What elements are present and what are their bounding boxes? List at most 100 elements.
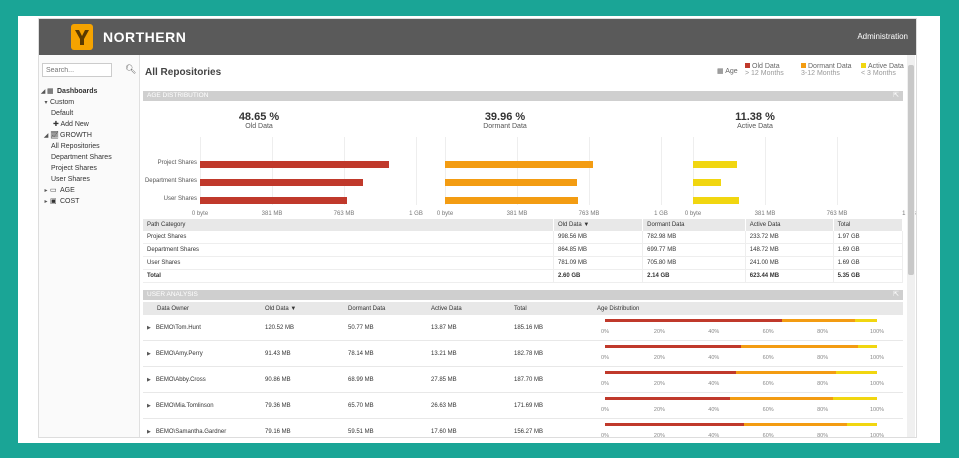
bar-2[interactable] xyxy=(693,197,739,204)
expand-row-icon[interactable]: ▶ xyxy=(147,377,151,383)
col-old-data[interactable]: Old Data ▼ xyxy=(261,302,344,315)
scrollbar[interactable] xyxy=(907,55,915,437)
sidebar-item-growth[interactable]: ◢ 📈︎GROWTH xyxy=(39,131,139,141)
axis-tick-label: 100% xyxy=(869,354,885,361)
expand-row-icon[interactable]: ▶ xyxy=(147,351,151,357)
distribution-segment xyxy=(605,370,736,374)
sidebar: 🔍︎ ◢▦Dashboards ▾Custom Default ✚ Add Ne… xyxy=(39,55,140,437)
col-dormant-data[interactable]: Dormant Data xyxy=(344,302,427,315)
bar-1[interactable] xyxy=(445,179,578,186)
legend-active-data: Active Data < 3 Months xyxy=(861,63,904,77)
table-row[interactable]: ▶ BEMO\Mia.Tomlinson 79.36 MB 65.70 MB 26.63… xyxy=(143,392,903,419)
table-row[interactable]: User Shares 781.09 MB 705.80 MB 241.00 MB 1.… xyxy=(143,256,904,270)
sidebar-item-default[interactable]: Default xyxy=(39,109,151,119)
app-window: NORTHERN Administration 🔍︎ ◢▦Dashboards … xyxy=(38,18,917,438)
col-data-owner[interactable]: Data Owner xyxy=(143,302,261,315)
sidebar-item-custom[interactable]: ▾ Custom xyxy=(39,98,139,108)
age-distribution-bar: 0% 20% 40% 60% 80% 100% xyxy=(597,395,884,417)
col-active-data[interactable]: Active Data xyxy=(745,219,834,231)
money-icon: ▣ xyxy=(50,198,57,205)
total-row: Total 2.60 GB 2.14 GB 623.44 MB 5.35 GB xyxy=(143,269,904,283)
grid-icon: ▦ xyxy=(47,88,54,95)
sidebar-item-age[interactable]: ▸ ▭ AGE xyxy=(39,186,139,196)
table-row[interactable]: ▶ BEMO\Tom.Hunt 120.52 MB 50.77 MB 13.87 MB 1… xyxy=(143,315,903,341)
bar-1[interactable] xyxy=(200,179,364,186)
axis-tick-label: 60% xyxy=(762,380,774,387)
dormant-data-summary: 39.96 % Dormant Data xyxy=(483,111,527,130)
distribution-segment xyxy=(605,344,741,348)
axis-tick-label: 20% xyxy=(653,432,665,438)
axis-tick-label: 20% xyxy=(653,328,665,335)
axis-tick-label: 0% xyxy=(601,406,609,413)
legend-dormant-data: Dormant Data 3-12 Months xyxy=(801,63,852,77)
distribution-segment xyxy=(743,422,848,426)
grid-line xyxy=(416,137,417,205)
sidebar-item-all-repositories[interactable]: All Repositories xyxy=(39,142,151,152)
axis-tick-label: 60% xyxy=(762,328,774,335)
col-path-category[interactable]: Path Category xyxy=(143,219,554,231)
user-analysis-header: USER ANALYSIS ⇱ xyxy=(143,290,903,300)
x-tick-label: 0 byte xyxy=(684,211,702,217)
category-label: Project Shares xyxy=(157,160,197,166)
distribution-segment xyxy=(605,318,782,322)
sidebar-item-dashboards[interactable]: ◢ ▦ Dashboards xyxy=(39,87,139,97)
axis-tick-label: 20% xyxy=(653,406,665,413)
category-label: User Shares xyxy=(163,196,197,202)
table-row[interactable]: Project Shares 998.56 MB 782.98 MB 233.72 M… xyxy=(143,231,904,244)
bar-0[interactable] xyxy=(200,161,389,168)
chart-line-icon: 📈︎ xyxy=(50,132,59,139)
expand-icon[interactable]: ⇱ xyxy=(893,290,899,300)
table-row[interactable]: ▶ BEMO\Amy.Perry 91.43 MB 78.14 MB 13.21 MB 1… xyxy=(143,340,903,367)
age-distribution-header: AGE DISTRIBUTION ⇱ xyxy=(143,91,903,101)
legend-title: ▦ Age xyxy=(717,68,738,75)
expand-row-icon[interactable]: ▶ xyxy=(147,429,151,435)
path-category-table: Path Category Old Data ▼ Dormant Data Ac… xyxy=(143,219,904,283)
sidebar-item-cost[interactable]: ▸ ▣ COST xyxy=(39,197,139,207)
bar-2[interactable] xyxy=(200,197,348,204)
bar-0[interactable] xyxy=(693,161,738,168)
age-distribution-bar: 0% 20% 40% 60% 80% 100% xyxy=(597,421,884,438)
axis-tick-label: 100% xyxy=(869,406,885,413)
old-data-swatch xyxy=(745,63,750,68)
table-row[interactable]: Department Shares 864.85 MB 699.77 MB 148.7… xyxy=(143,243,904,257)
grid-line xyxy=(837,137,838,205)
col-old-data[interactable]: Old Data ▼ xyxy=(553,219,644,231)
x-tick-label: 0 byte xyxy=(191,211,209,217)
expand-row-icon[interactable]: ▶ xyxy=(147,325,151,331)
bar-2[interactable] xyxy=(445,197,579,204)
distribution-segment xyxy=(847,422,877,426)
search-icon[interactable]: 🔍︎ xyxy=(125,64,136,75)
axis-tick-label: 40% xyxy=(708,380,720,387)
axis-tick-label: 40% xyxy=(708,354,720,361)
col-dormant-data[interactable]: Dormant Data xyxy=(642,219,746,231)
administration-link[interactable]: Administration xyxy=(857,32,908,41)
calendar-icon: ▦ xyxy=(717,68,726,75)
table-row[interactable]: ▶ BEMO\Samantha.Gardner 79.16 MB 59.51 MB 17… xyxy=(143,418,903,438)
distribution-segment xyxy=(781,318,856,322)
grid-line xyxy=(200,137,201,205)
table-row[interactable]: ▶ BEMO\Abby.Cross 90.86 MB 68.99 MB 27.85 MB… xyxy=(143,366,903,393)
col-total[interactable]: Total xyxy=(833,219,904,231)
x-tick-label: 1 GB xyxy=(654,211,668,217)
axis-tick-label: 40% xyxy=(708,406,720,413)
sidebar-item-user-shares[interactable]: User Shares xyxy=(39,175,151,185)
search-input[interactable] xyxy=(42,63,112,77)
expand-icon[interactable]: ⇱ xyxy=(893,91,899,101)
col-total[interactable]: Total xyxy=(510,302,593,315)
logo-icon[interactable] xyxy=(71,24,93,50)
expand-row-icon[interactable]: ▶ xyxy=(147,403,151,409)
col-age-distribution[interactable]: Age Distribution xyxy=(593,302,903,315)
axis-tick-label: 40% xyxy=(708,328,720,335)
sidebar-item-department-shares[interactable]: Department Shares xyxy=(39,153,151,163)
active-data-summary: 11.38 % Active Data xyxy=(735,111,775,130)
sidebar-item-project-shares[interactable]: Project Shares xyxy=(39,164,151,174)
axis-tick-label: 60% xyxy=(762,406,774,413)
col-active-data[interactable]: Active Data xyxy=(427,302,510,315)
bar-0[interactable] xyxy=(445,161,593,168)
x-tick-label: 1 GB xyxy=(409,211,423,217)
scroll-thumb[interactable] xyxy=(908,65,914,275)
bar-1[interactable] xyxy=(693,179,722,186)
sidebar-item-add-new[interactable]: ✚ Add New xyxy=(39,120,153,130)
category-label: Department Shares xyxy=(144,178,197,184)
axis-tick-label: 80% xyxy=(817,328,829,335)
